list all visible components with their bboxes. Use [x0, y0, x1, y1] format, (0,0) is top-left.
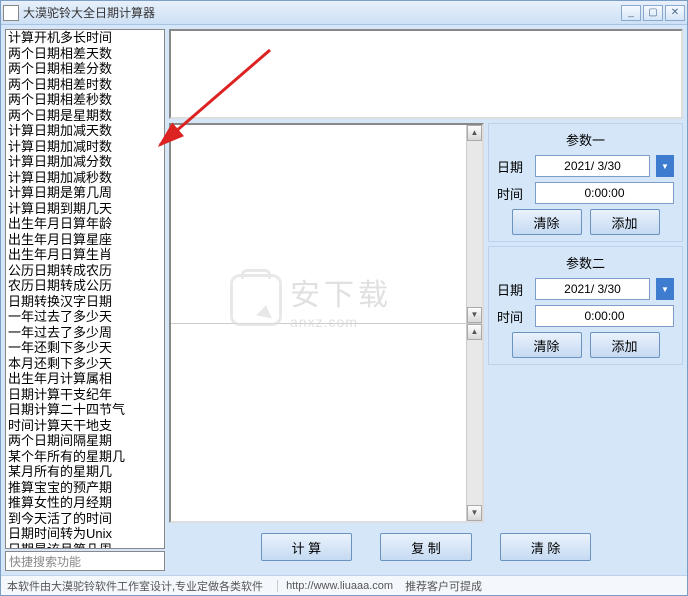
list-item[interactable]: 两个日期相差时数 — [6, 77, 164, 93]
param2-clear-button[interactable]: 清除 — [512, 332, 582, 358]
list-item[interactable]: 日期计算二十四节气 — [6, 402, 164, 418]
copy-button[interactable]: 复 制 — [380, 533, 472, 561]
param1-time-label: 时间 — [497, 184, 529, 203]
app-body: 计算开机多长时间两个日期相差天数两个日期相差分数两个日期相差时数两个日期相差秒数… — [1, 25, 687, 575]
scroll-up-icon[interactable]: ▲ — [467, 125, 482, 141]
list-item[interactable]: 本月还剩下多少天 — [6, 356, 164, 372]
mid-row: ▲ ▼ ▲ ▼ 参数一 日期 — [169, 123, 683, 523]
param1-title: 参数一 — [497, 130, 674, 149]
list-item[interactable]: 推算宝宝的预产期 — [6, 480, 164, 496]
app-icon — [3, 5, 19, 21]
search-input[interactable]: 快捷搜索功能 — [5, 551, 165, 571]
list-item[interactable]: 计算日期加减天数 — [6, 123, 164, 139]
list-item[interactable]: 计算开机多长时间 — [6, 30, 164, 46]
scrollbar[interactable]: ▲ ▼ — [466, 324, 482, 522]
list-item[interactable]: 日期时间转为Unix — [6, 526, 164, 542]
calculate-button[interactable]: 计 算 — [261, 533, 353, 561]
status-bar: 本软件由大漠驼铃软件工作室设计,专业定做各类软件 http://www.liua… — [1, 575, 687, 595]
action-buttons: 计 算 复 制 清 除 — [169, 527, 683, 571]
param1-time-input[interactable]: 0:00:00 — [535, 182, 674, 204]
list-item[interactable]: 时间计算天干地支 — [6, 418, 164, 434]
param1-date-dropdown[interactable]: ▼ — [656, 155, 674, 177]
app-window: 大漠驼铃大全日期计算器 _ ▢ ✕ 计算开机多长时间两个日期相差天数两个日期相差… — [0, 0, 688, 596]
close-button[interactable]: ✕ — [665, 5, 685, 21]
list-item[interactable]: 计算日期到期几天 — [6, 201, 164, 217]
param2-add-button[interactable]: 添加 — [590, 332, 660, 358]
list-item[interactable]: 公历日期转成农历 — [6, 263, 164, 279]
footer-text2: 推荐客户可提成 — [405, 578, 482, 594]
param-group-1: 参数一 日期 2021/ 3/30 ▼ 时间 0:00:00 清除 添加 — [488, 123, 683, 242]
right-panel: ▲ ▼ ▲ ▼ 参数一 日期 — [169, 29, 683, 571]
output-pane-2: ▲ ▼ — [171, 324, 482, 522]
param-group-2: 参数二 日期 2021/ 3/30 ▼ 时间 0:00:00 清除 添加 — [488, 246, 683, 365]
list-item[interactable]: 推算女性的月经期 — [6, 495, 164, 511]
footer-url: http://www.liuaaa.com — [277, 580, 393, 592]
list-item[interactable]: 出生年月日算生肖 — [6, 247, 164, 263]
list-item[interactable]: 计算日期加减分数 — [6, 154, 164, 170]
list-item[interactable]: 到今天活了的时间 — [6, 511, 164, 527]
list-item[interactable]: 出生年月计算属相 — [6, 371, 164, 387]
footer-text: 本软件由大漠驼铃软件工作室设计,专业定做各类软件 — [7, 578, 263, 594]
list-item[interactable]: 两个日期相差分数 — [6, 61, 164, 77]
param2-date-input[interactable]: 2021/ 3/30 — [535, 278, 650, 300]
list-item[interactable]: 农历日期转成公历 — [6, 278, 164, 294]
list-item[interactable]: 两个日期相差秒数 — [6, 92, 164, 108]
function-list[interactable]: 计算开机多长时间两个日期相差天数两个日期相差分数两个日期相差时数两个日期相差秒数… — [5, 29, 165, 549]
output-pane-1: ▲ ▼ — [171, 125, 482, 324]
maximize-button[interactable]: ▢ — [643, 5, 663, 21]
titlebar: 大漠驼铃大全日期计算器 _ ▢ ✕ — [1, 1, 687, 25]
param1-date-input[interactable]: 2021/ 3/30 — [535, 155, 650, 177]
param2-time-input[interactable]: 0:00:00 — [535, 305, 674, 327]
minimize-button[interactable]: _ — [621, 5, 641, 21]
param2-title: 参数二 — [497, 253, 674, 272]
scroll-down-icon[interactable]: ▼ — [467, 307, 482, 323]
param1-add-button[interactable]: 添加 — [590, 209, 660, 235]
window-controls: _ ▢ ✕ — [621, 5, 685, 21]
list-item[interactable]: 日期计算干支纪年 — [6, 387, 164, 403]
clear-button[interactable]: 清 除 — [500, 533, 592, 561]
left-panel: 计算开机多长时间两个日期相差天数两个日期相差分数两个日期相差时数两个日期相差秒数… — [5, 29, 165, 571]
param2-date-dropdown[interactable]: ▼ — [656, 278, 674, 300]
param1-date-label: 日期 — [497, 157, 529, 176]
param2-date-label: 日期 — [497, 280, 529, 299]
list-item[interactable]: 一年过去了多少周 — [6, 325, 164, 341]
list-item[interactable]: 日期转换汉字日期 — [6, 294, 164, 310]
list-item[interactable]: 计算日期加减秒数 — [6, 170, 164, 186]
scrollbar[interactable]: ▲ ▼ — [466, 125, 482, 323]
list-item[interactable]: 出生年月日算星座 — [6, 232, 164, 248]
list-item[interactable]: 日期是该月第几周 — [6, 542, 164, 550]
list-item[interactable]: 出生年月日算年龄 — [6, 216, 164, 232]
param2-time-label: 时间 — [497, 307, 529, 326]
list-item[interactable]: 一年还剩下多少天 — [6, 340, 164, 356]
list-item[interactable]: 两个日期间隔星期 — [6, 433, 164, 449]
scroll-up-icon[interactable]: ▲ — [467, 324, 482, 340]
params-column: 参数一 日期 2021/ 3/30 ▼ 时间 0:00:00 清除 添加 — [488, 123, 683, 523]
scroll-down-icon[interactable]: ▼ — [467, 505, 482, 521]
output-mid: ▲ ▼ ▲ ▼ — [169, 123, 484, 523]
output-top — [169, 29, 683, 119]
list-item[interactable]: 一年过去了多少天 — [6, 309, 164, 325]
list-item[interactable]: 某月所有的星期几 — [6, 464, 164, 480]
list-item[interactable]: 两个日期相差天数 — [6, 46, 164, 62]
list-item[interactable]: 计算日期加减时数 — [6, 139, 164, 155]
param1-clear-button[interactable]: 清除 — [512, 209, 582, 235]
window-title: 大漠驼铃大全日期计算器 — [23, 4, 621, 21]
list-item[interactable]: 两个日期是星期数 — [6, 108, 164, 124]
list-item[interactable]: 计算日期是第几周 — [6, 185, 164, 201]
list-item[interactable]: 某个年所有的星期几 — [6, 449, 164, 465]
